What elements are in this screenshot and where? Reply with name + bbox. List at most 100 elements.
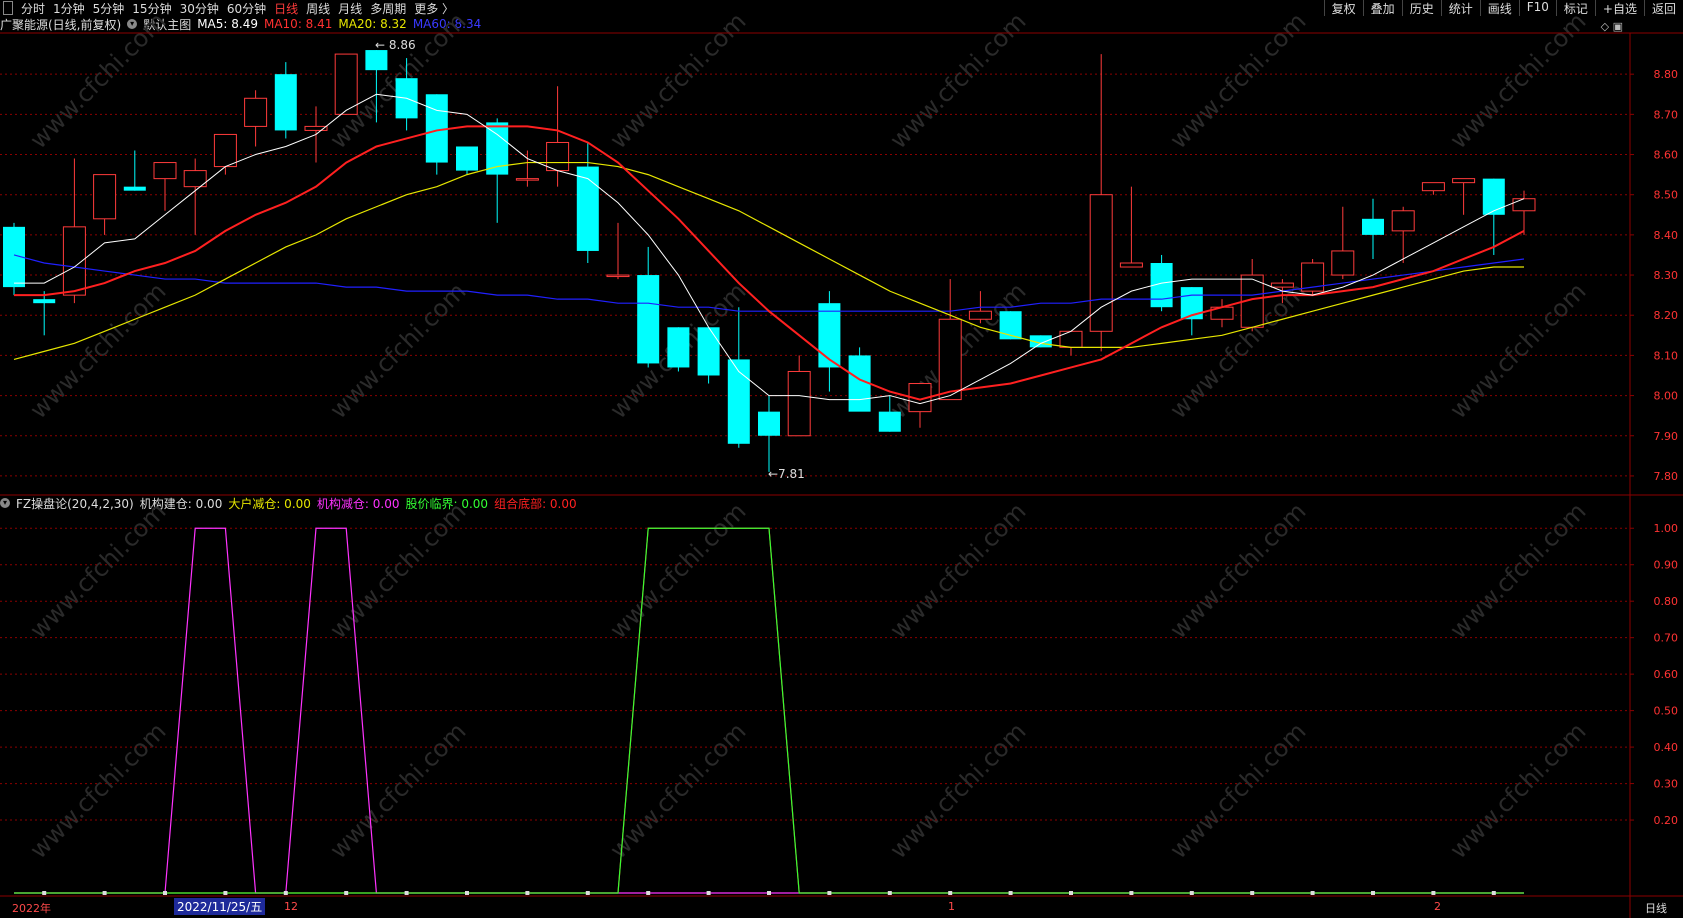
candle-50 xyxy=(1512,190,1536,235)
baseline-marker-5 xyxy=(163,891,167,895)
watermark-4: www.cfchi.com xyxy=(1164,7,1311,154)
candle-body-44 xyxy=(1331,250,1355,276)
main-ylabel-2: 8.00 xyxy=(1654,390,1679,403)
candle-body-42 xyxy=(1270,282,1294,288)
x-label-year: 2022年 xyxy=(12,902,51,915)
candle-17 xyxy=(515,150,539,187)
candle-body-20 xyxy=(606,274,630,278)
candle-3 xyxy=(93,174,117,235)
candle-18 xyxy=(546,86,570,187)
candle-body-21 xyxy=(637,275,660,364)
baseline-marker-49 xyxy=(1491,891,1496,895)
candle-body-49 xyxy=(1482,178,1505,215)
candle-body-5 xyxy=(153,162,177,180)
candle-1 xyxy=(33,291,56,336)
candle-48 xyxy=(1452,178,1476,215)
candle-body-15 xyxy=(456,146,478,171)
candle-body-35 xyxy=(1059,330,1083,348)
watermark-17: www.cfchi.com xyxy=(1444,497,1591,644)
candle-body-8 xyxy=(244,97,268,127)
candle-5 xyxy=(153,162,177,211)
candle-47 xyxy=(1421,182,1445,195)
baseline-marker-35 xyxy=(1069,891,1073,895)
main-ylabel-7: 8.50 xyxy=(1654,189,1679,202)
candle-14 xyxy=(425,94,448,175)
candle-body-23 xyxy=(697,327,720,376)
baseline-marker-31 xyxy=(948,891,953,895)
baseline-marker-37 xyxy=(1129,891,1134,895)
candle-body-7 xyxy=(213,133,237,168)
candle-body-3 xyxy=(93,174,117,220)
kline-chart[interactable]: www.cfchi.com www.cfchi.com www.cfchi.com w… xyxy=(0,0,1683,918)
sub-ylabel-1: 0.30 xyxy=(1654,778,1679,791)
baseline-marker-41 xyxy=(1250,891,1255,895)
candle-body-37 xyxy=(1119,262,1143,268)
candle-body-18 xyxy=(546,141,570,172)
sub-ylabel-6: 0.80 xyxy=(1654,595,1679,608)
candle-30 xyxy=(908,383,932,428)
baseline-marker-45 xyxy=(1371,891,1375,895)
baseline-marker-7 xyxy=(223,891,228,895)
baseline-marker-29 xyxy=(887,891,892,895)
sub-ylabel-0: 0.20 xyxy=(1654,814,1679,827)
main-ylabel-8: 8.60 xyxy=(1654,149,1679,162)
watermark-19: www.cfchi.com xyxy=(324,717,471,864)
baseline-marker-13 xyxy=(404,891,409,895)
candle-20 xyxy=(606,222,630,280)
candle-body-17 xyxy=(515,178,539,181)
low-annotation: ←7.81 xyxy=(768,467,805,481)
watermark-13: www.cfchi.com xyxy=(324,497,471,644)
baseline-marker-19 xyxy=(585,891,590,895)
watermark-22: www.cfchi.com xyxy=(1164,717,1311,864)
baseline-marker-3 xyxy=(102,891,107,895)
baseline-marker-27 xyxy=(827,891,832,895)
baseline-marker-33 xyxy=(1008,891,1013,895)
candle-43 xyxy=(1301,258,1325,296)
main-ylabel-0: 7.80 xyxy=(1654,470,1679,483)
candle-body-22 xyxy=(667,327,690,368)
watermark-5: www.cfchi.com xyxy=(1444,7,1591,154)
watermark-23: www.cfchi.com xyxy=(1444,717,1591,864)
candle-body-26 xyxy=(787,370,811,437)
baseline-marker-11 xyxy=(344,891,349,895)
candle-25 xyxy=(758,395,780,472)
watermark-18: www.cfchi.com xyxy=(24,717,171,864)
ma5-line xyxy=(14,93,1525,405)
watermark-16: www.cfchi.com xyxy=(1164,497,1311,644)
candle-body-36 xyxy=(1089,194,1113,332)
main-ylabel-5: 8.30 xyxy=(1654,269,1679,282)
x-label-dec: 12 xyxy=(284,900,298,913)
candle-body-31 xyxy=(938,318,962,401)
baseline-marker-1 xyxy=(42,891,47,895)
watermark-3: www.cfchi.com xyxy=(884,7,1031,154)
candle-body-45 xyxy=(1362,218,1384,235)
watermark-7: www.cfchi.com xyxy=(324,277,471,424)
candle-9 xyxy=(274,62,297,139)
candle-22 xyxy=(667,327,690,372)
baseline-marker-43 xyxy=(1310,891,1315,895)
main-ylabel-4: 8.20 xyxy=(1654,309,1679,322)
main-ylabel-10: 8.80 xyxy=(1654,68,1679,81)
baseline-marker-15 xyxy=(465,891,469,895)
baseline-marker-23 xyxy=(706,891,711,895)
watermark-21: www.cfchi.com xyxy=(884,717,1031,864)
candle-37 xyxy=(1119,186,1143,268)
candle-45 xyxy=(1362,198,1384,259)
candle-44 xyxy=(1331,206,1355,280)
candle-23 xyxy=(697,327,720,384)
baseline-marker-17 xyxy=(525,891,530,895)
sub-ylabel-4: 0.60 xyxy=(1654,668,1679,681)
main-ylabel-9: 8.70 xyxy=(1654,108,1679,121)
watermark-0: www.cfchi.com xyxy=(24,7,171,154)
candle-body-25 xyxy=(758,411,780,436)
candle-body-9 xyxy=(274,74,297,131)
sub-ylabel-3: 0.50 xyxy=(1654,705,1679,718)
candle-7 xyxy=(213,133,237,175)
baseline-marker-21 xyxy=(646,891,651,895)
x-label-jan: 1 xyxy=(948,900,955,913)
main-ylabel-1: 7.90 xyxy=(1654,430,1679,443)
baseline-marker-9 xyxy=(283,891,288,895)
candle-body-46 xyxy=(1391,210,1415,232)
candle-8 xyxy=(244,90,268,147)
ma20-line xyxy=(13,161,1524,361)
